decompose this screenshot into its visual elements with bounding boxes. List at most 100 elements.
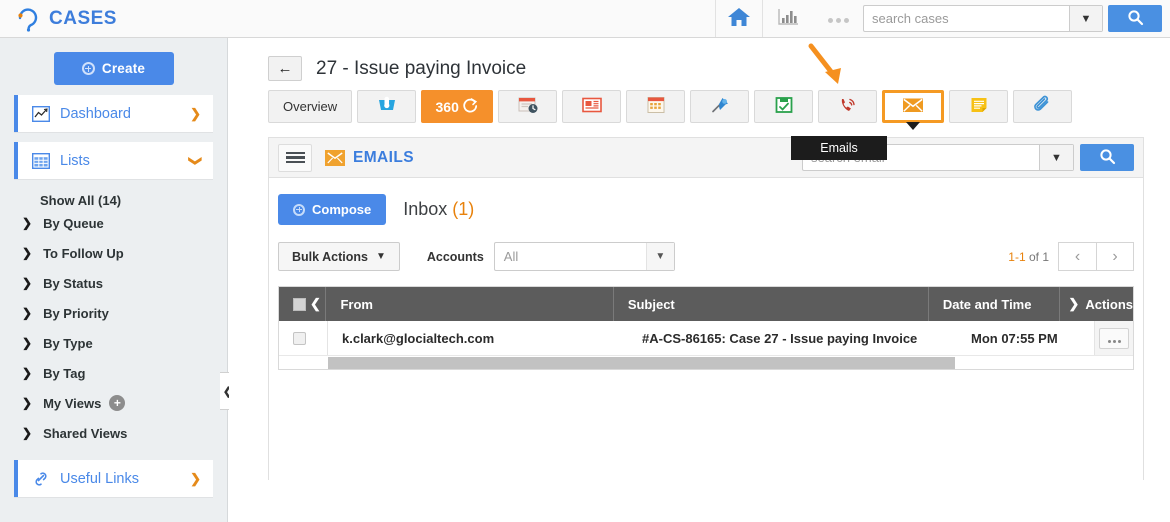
scrollbar-thumb[interactable] — [328, 357, 955, 369]
compose-button[interactable]: Compose — [278, 194, 387, 225]
chevron-right-icon: ❯ — [22, 336, 33, 350]
tab-overview[interactable]: Overview — [268, 90, 353, 123]
column-header-date[interactable]: Date and Time — [929, 287, 1061, 321]
chevron-right-icon[interactable]: ❯ — [1068, 296, 1079, 312]
sidebar-item-by-priority[interactable]: ❯ By Priority — [0, 298, 227, 328]
back-button[interactable]: ← — [268, 56, 302, 81]
panel-menu-button[interactable] — [278, 143, 312, 172]
tab-overview-label: Overview — [283, 99, 338, 114]
tab-calls[interactable] — [818, 90, 878, 123]
home-button[interactable] — [715, 0, 763, 37]
bulk-actions-row: Bulk Actions ▼ Accounts All ▼ 1-1 of 1 ‹ — [278, 242, 1134, 271]
reports-button[interactable] — [763, 0, 813, 37]
sidebar-show-all[interactable]: Show All (14) — [0, 179, 227, 208]
chevron-left-icon[interactable]: ❮ — [310, 296, 321, 312]
sticky-note-icon — [968, 95, 990, 118]
chevron-down-icon[interactable]: ▼ — [1039, 145, 1073, 170]
ellipsis-icon — [1107, 331, 1122, 346]
accounts-select[interactable]: All ▼ — [493, 242, 675, 271]
panel-title: EMAILS — [353, 148, 414, 166]
sidebar-item-useful-links[interactable]: Useful Links ❯ — [14, 460, 213, 497]
inbox-toolbar: Compose Inbox (1) — [278, 194, 1134, 225]
bulk-actions-button[interactable]: Bulk Actions ▼ — [278, 242, 400, 271]
sidebar-item-by-type[interactable]: ❯ By Type — [0, 328, 227, 358]
sidebar-item-label: To Follow Up — [43, 245, 124, 261]
sidebar-item-my-views[interactable]: ❯ My Views + — [0, 388, 227, 418]
tab-pinned[interactable] — [690, 90, 750, 123]
row-select-cell[interactable] — [279, 321, 328, 355]
row-actions-button[interactable] — [1099, 327, 1129, 349]
sidebar-item-by-tag[interactable]: ❯ By Tag — [0, 358, 227, 388]
shield-thumb-icon — [376, 95, 398, 118]
plus-icon — [293, 203, 305, 216]
folder-name: Inbox — [403, 199, 448, 219]
search-input[interactable] — [864, 6, 1069, 31]
table-header-row: ❮ From Subject Date and Time ❯ Actions — [279, 287, 1133, 321]
sidebar-item-by-status[interactable]: ❯ By Status — [0, 268, 227, 298]
select-all-header[interactable]: ❮ — [279, 287, 327, 321]
magnifier-icon — [1099, 148, 1116, 168]
row-checkbox[interactable] — [293, 331, 306, 345]
column-label: Subject — [627, 296, 675, 312]
sidebar-item-label: Useful Links — [60, 470, 139, 487]
column-header-subject[interactable]: Subject — [614, 287, 929, 321]
table-row[interactable]: k.clark@glocialtech.com #A-CS-86165: Cas… — [279, 321, 1133, 355]
emails-panel-header: EMAILS ▼ — [269, 138, 1143, 178]
chevron-right-icon[interactable]: ❯ — [190, 106, 201, 122]
tab-notes[interactable] — [949, 90, 1009, 123]
chevron-right-icon: ❯ — [22, 306, 33, 320]
search-button[interactable] — [1108, 5, 1162, 32]
tab-schedule[interactable] — [498, 90, 558, 123]
tab-knowledge[interactable] — [562, 90, 622, 123]
chevron-right-icon[interactable]: ❯ — [190, 471, 201, 487]
brand[interactable]: CASES — [0, 6, 232, 32]
sidebar-item-shared-views[interactable]: ❯ Shared Views — [0, 418, 227, 448]
more-options-button[interactable] — [813, 0, 863, 37]
cell-actions[interactable] — [1094, 321, 1133, 355]
folder-title: Inbox (1) — [403, 199, 474, 220]
global-search-box[interactable]: ▼ — [863, 5, 1103, 32]
caret-down-icon: ▼ — [375, 251, 386, 262]
table-horizontal-scrollbar[interactable] — [279, 355, 1133, 369]
sidebar-item-lists[interactable]: Lists ❯ — [14, 142, 213, 179]
cases-logo-icon — [14, 6, 40, 32]
envelope-icon — [900, 95, 926, 118]
tab-attachments[interactable] — [1013, 90, 1073, 123]
select-all-checkbox[interactable] — [293, 297, 306, 311]
tab-tasks[interactable] — [754, 90, 814, 123]
top-bar: CASES ▼ — [0, 0, 1170, 38]
column-header-from[interactable]: From — [326, 287, 614, 321]
cell-subject: #A-CS-86165: Case 27 - Issue paying Invo… — [642, 330, 918, 346]
chevron-down-icon[interactable]: ❯ — [188, 155, 204, 166]
next-page-button[interactable]: › — [1096, 242, 1134, 271]
create-button[interactable]: Create — [53, 52, 174, 85]
sidebar-item-by-queue[interactable]: ❯ By Queue — [0, 208, 227, 238]
column-header-actions[interactable]: ❯ Actions — [1060, 287, 1133, 321]
tab-calendar[interactable] — [626, 90, 686, 123]
chevron-right-icon: › — [1112, 247, 1118, 265]
sidebar-item-label: By Status — [43, 275, 104, 291]
tab-emails[interactable] — [882, 90, 945, 130]
sidebar: Create Dashboard ❯ Lists ❯ Show All (14)… — [0, 38, 228, 522]
tab-360-label: 360 — [435, 98, 459, 115]
sidebar-item-label: Dashboard — [60, 105, 131, 122]
tab-sla[interactable] — [357, 90, 417, 123]
bulk-actions-label: Bulk Actions — [292, 249, 368, 264]
pagination-label: 1-1 of 1 — [1008, 250, 1049, 264]
caret-down-icon[interactable]: ▼ — [645, 243, 674, 270]
link-chain-icon — [32, 471, 50, 487]
annotation-arrow — [805, 42, 855, 93]
sidebar-item-label: Lists — [60, 152, 90, 169]
chevron-down-icon[interactable]: ▼ — [1069, 6, 1102, 31]
magnifier-icon — [1127, 9, 1144, 29]
sidebar-item-dashboard[interactable]: Dashboard ❯ — [14, 95, 213, 132]
chevron-right-icon: ❯ — [22, 426, 33, 440]
chevron-right-icon: ❯ — [22, 246, 33, 260]
email-search-button[interactable] — [1080, 144, 1134, 171]
sidebar-item-to-follow-up[interactable]: ❯ To Follow Up — [0, 238, 227, 268]
emails-tooltip: Emails — [791, 136, 887, 160]
emails-panel: EMAILS ▼ — [268, 137, 1144, 480]
add-view-button[interactable]: + — [109, 395, 126, 411]
tab-360[interactable]: 360 — [421, 90, 494, 123]
prev-page-button[interactable]: ‹ — [1058, 242, 1096, 271]
